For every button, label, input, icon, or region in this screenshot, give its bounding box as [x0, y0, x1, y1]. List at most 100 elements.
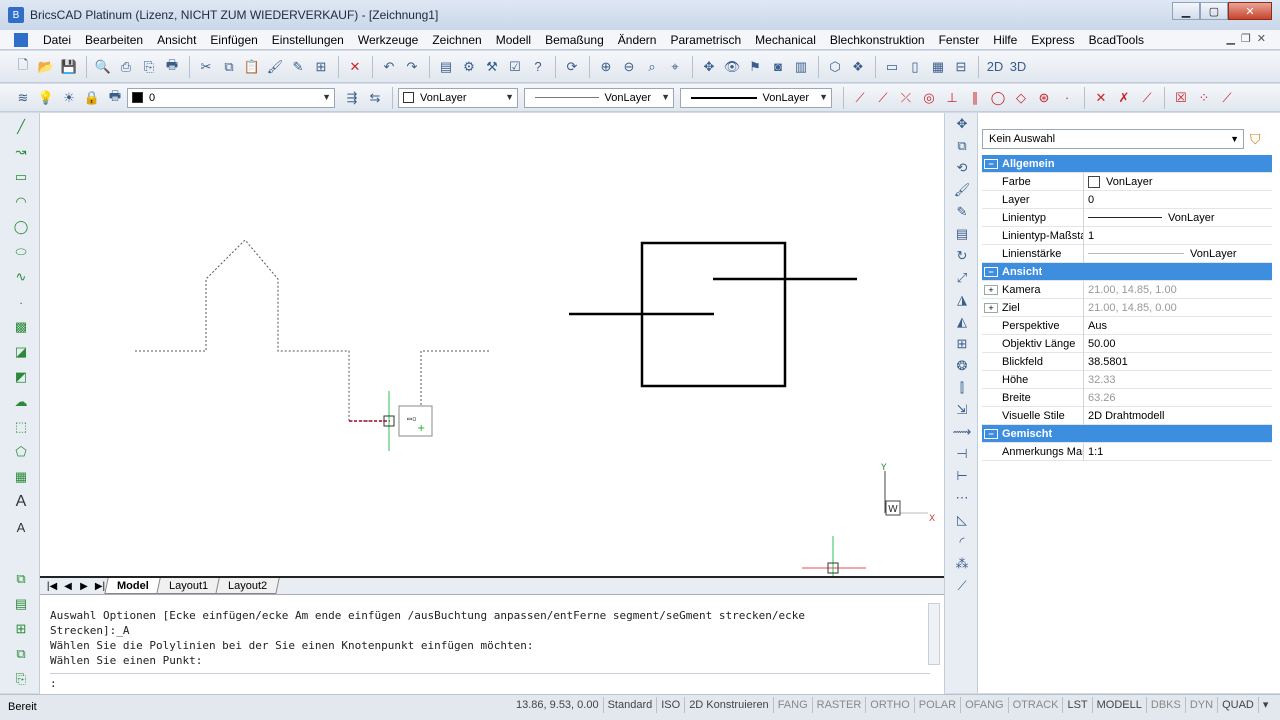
- layer-combo[interactable]: 0 ▼: [127, 87, 335, 108]
- zoom-in-icon[interactable]: ⊕: [595, 56, 617, 78]
- drawing-compare-icon[interactable]: ⊟: [950, 56, 972, 78]
- multiline-text-icon[interactable]: A: [10, 491, 32, 513]
- property-value[interactable]: 50.00: [1084, 338, 1272, 350]
- bricscad-app-icon[interactable]: B: [8, 7, 24, 23]
- status-toggle-ortho[interactable]: ORTHO: [866, 697, 915, 713]
- tab-model[interactable]: Model: [104, 578, 162, 594]
- pan-icon[interactable]: ✥: [698, 56, 720, 78]
- eyedropper-icon[interactable]: ✎: [287, 56, 309, 78]
- help-icon[interactable]: ?: [527, 56, 549, 78]
- lengthen-icon[interactable]: ⟿: [951, 421, 973, 443]
- property-row[interactable]: Anmerkungs Maß 1:1: [982, 442, 1272, 461]
- menu-aendern[interactable]: Ändern: [611, 33, 664, 47]
- menu-ansicht[interactable]: Ansicht: [150, 33, 203, 47]
- command-input[interactable]: :: [50, 673, 930, 690]
- snap-nearest-icon[interactable]: ✕: [1090, 87, 1112, 109]
- mirror-icon[interactable]: ◮: [951, 289, 973, 311]
- status-toggle-polar[interactable]: POLAR: [915, 697, 962, 713]
- status-menu-chevron-icon[interactable]: ▾: [1259, 697, 1273, 713]
- undo-icon[interactable]: ↶: [378, 56, 400, 78]
- drawing-canvas[interactable]: ▭▫ + Y W X: [40, 113, 944, 578]
- selection-dropdown[interactable]: Kein Auswahl ▼: [982, 129, 1244, 149]
- sun-icon[interactable]: ☀: [58, 87, 80, 109]
- copy-entity-icon[interactable]: ⧉: [951, 135, 973, 157]
- printer-icon[interactable]: 🖶: [104, 87, 126, 109]
- lock-icon[interactable]: 🔒: [81, 87, 103, 109]
- match-props-icon[interactable]: 🖌: [951, 179, 973, 201]
- 2d-icon[interactable]: 2D: [984, 56, 1006, 78]
- rotate-icon[interactable]: ↻: [951, 245, 973, 267]
- collapse-icon[interactable]: −: [984, 428, 998, 439]
- property-value[interactable]: VonLayer: [1084, 212, 1272, 224]
- boundary-tool-icon[interactable]: ◩: [10, 366, 32, 388]
- settings-icon[interactable]: ⚒: [481, 56, 503, 78]
- maximize-button[interactable]: ▢: [1200, 2, 1228, 20]
- status-toggle-ofang[interactable]: OFANG: [961, 697, 1009, 713]
- property-value[interactable]: 1:1: [1084, 446, 1272, 458]
- section-header-ansicht[interactable]: − Ansicht: [982, 263, 1272, 281]
- layout-icon[interactable]: ▭: [881, 56, 903, 78]
- design-center-icon[interactable]: ⚙: [458, 56, 480, 78]
- edit-polyline-icon[interactable]: ⟋: [951, 575, 973, 597]
- redo-icon[interactable]: ↷: [401, 56, 423, 78]
- property-value[interactable]: VonLayer: [1084, 175, 1272, 188]
- zoom-window-icon[interactable]: ⌕: [641, 56, 663, 78]
- status-toggle-otrack[interactable]: OTRACK: [1009, 697, 1064, 713]
- menu-einfuegen[interactable]: Einfügen: [203, 33, 264, 47]
- status-toggle-modell[interactable]: MODELL: [1093, 697, 1147, 713]
- menu-mechanical[interactable]: Mechanical: [748, 33, 823, 47]
- collapse-icon[interactable]: −: [984, 158, 998, 169]
- array-icon[interactable]: ▤: [951, 223, 973, 245]
- linetype-combo[interactable]: VonLayer ▼: [524, 87, 674, 108]
- collapse-icon[interactable]: −: [984, 266, 998, 277]
- status-toggle-quad[interactable]: QUAD: [1218, 697, 1259, 713]
- line-tool-icon[interactable]: ╱: [10, 116, 32, 138]
- menu-datei[interactable]: Datei: [36, 33, 78, 47]
- menu-modell[interactable]: Modell: [489, 33, 538, 47]
- previous-layer-icon[interactable]: ⇆: [364, 87, 386, 109]
- doc-close-button[interactable]: ✕: [1257, 32, 1266, 45]
- eyedropper-tool-icon[interactable]: ✎: [951, 201, 973, 223]
- explorer-icon[interactable]: ▤: [435, 56, 457, 78]
- section-header-allgemein[interactable]: − Allgemein: [982, 155, 1272, 173]
- named-views-icon[interactable]: ⚑: [744, 56, 766, 78]
- sheet-icon[interactable]: ▯: [904, 56, 926, 78]
- sheet-set-icon[interactable]: ▦: [927, 56, 949, 78]
- explode-icon[interactable]: ⁂: [951, 553, 973, 575]
- menu-hilfe[interactable]: Hilfe: [986, 33, 1024, 47]
- menu-bearbeiten[interactable]: Bearbeiten: [78, 33, 150, 47]
- save-icon[interactable]: 💾: [58, 56, 80, 78]
- property-row[interactable]: + Ziel 21.00, 14.85, 0.00: [982, 298, 1272, 317]
- zoom-out-icon[interactable]: ⊖: [618, 56, 640, 78]
- lineweight-combo[interactable]: VonLayer ▼: [680, 87, 832, 108]
- status-toggle-lst[interactable]: LST: [1063, 697, 1093, 713]
- lightbulb-icon[interactable]: 💡: [35, 87, 57, 109]
- paste-icon[interactable]: 📋: [241, 56, 263, 78]
- status-toggle-dbks[interactable]: DBKS: [1147, 697, 1186, 713]
- layout-wizard-icon[interactable]: ⧉: [10, 568, 32, 590]
- hatch-tool-icon[interactable]: ▩: [10, 316, 32, 338]
- menu-bcadtools[interactable]: BcadTools: [1082, 33, 1151, 47]
- status-toggle-dyn[interactable]: DYN: [1186, 697, 1219, 713]
- revision-cloud-icon[interactable]: ☁: [10, 391, 32, 413]
- chamfer-icon[interactable]: ◺: [951, 509, 973, 531]
- table-tool-icon[interactable]: ▦: [10, 466, 32, 488]
- camera-icon[interactable]: ◙: [767, 56, 789, 78]
- snap-perpendicular-icon[interactable]: ⊥: [941, 87, 963, 109]
- close-button[interactable]: ✕: [1228, 2, 1272, 20]
- polyline-tool-icon[interactable]: ↝: [10, 141, 32, 163]
- status-item[interactable]: Standard: [604, 697, 658, 713]
- menu-parametrisch[interactable]: Parametrisch: [663, 33, 748, 47]
- insert-block-icon[interactable]: ⬠: [10, 441, 32, 463]
- coordinates-readout[interactable]: 13.86, 9.53, 0.00: [512, 697, 604, 713]
- property-row[interactable]: Blickfeld 38.5801: [982, 352, 1272, 371]
- doc-restore-button[interactable]: ❐: [1241, 32, 1251, 45]
- color-combo[interactable]: VonLayer ▼: [398, 87, 518, 108]
- offset-icon[interactable]: ⟲: [951, 157, 973, 179]
- print-preview-icon[interactable]: 🔍: [92, 56, 114, 78]
- rectangle-tool-icon[interactable]: ▭: [10, 166, 32, 188]
- circle-tool-icon[interactable]: ◯: [10, 216, 32, 238]
- delete-icon[interactable]: ✕: [344, 56, 366, 78]
- block-icon[interactable]: ⊞: [310, 56, 332, 78]
- xref-icon[interactable]: ⧉: [10, 643, 32, 665]
